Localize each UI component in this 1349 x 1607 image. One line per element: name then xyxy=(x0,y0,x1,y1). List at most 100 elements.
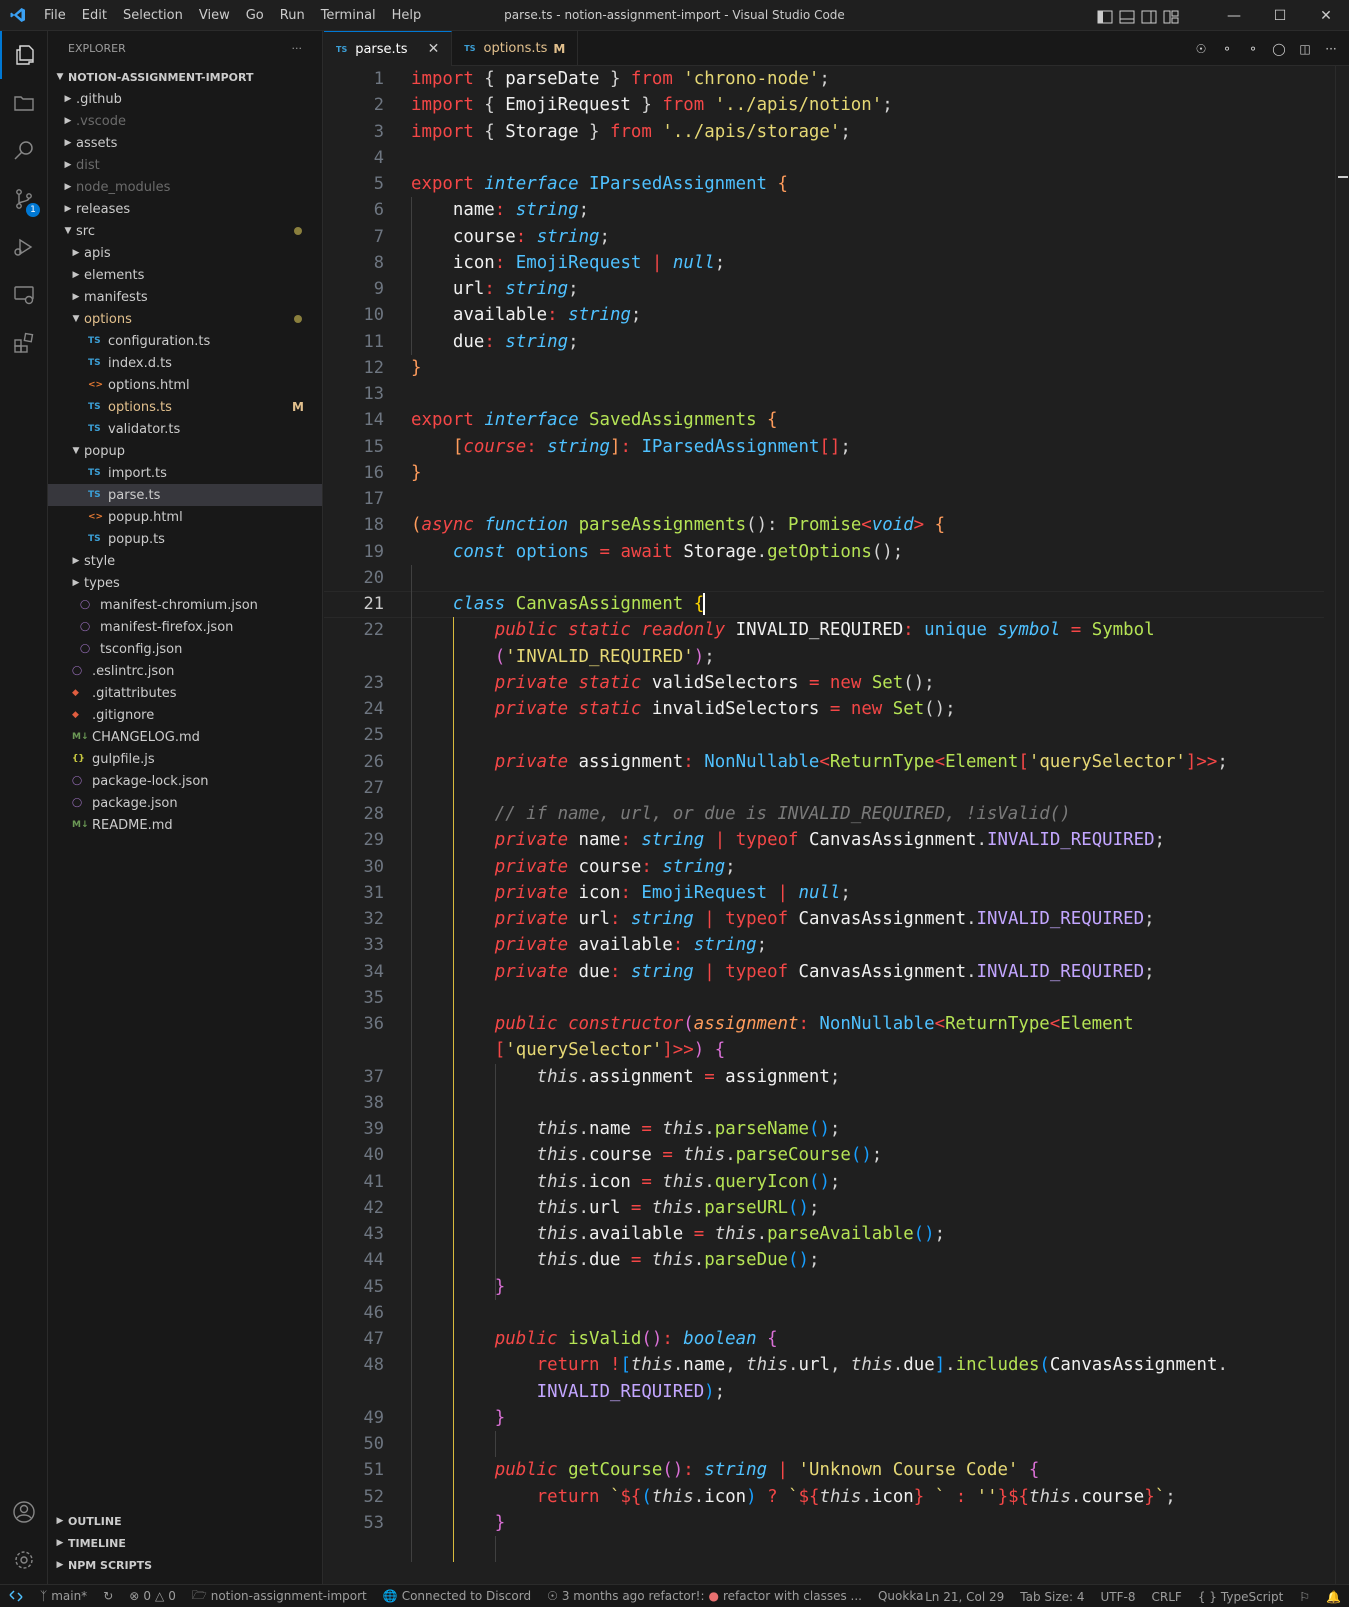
maximize-icon[interactable]: ☐ xyxy=(1257,0,1303,31)
code-line[interactable]: 23 private static validSelectors = new S… xyxy=(324,670,1324,697)
remote-explorer-icon[interactable] xyxy=(0,271,48,319)
panel-timeline[interactable]: ▶ TIMELINE xyxy=(48,1532,323,1554)
tree-item-manifest-firefox-json[interactable]: ◯ manifest-firefox.json xyxy=(48,616,322,638)
close-tab-icon[interactable]: ✕ xyxy=(428,41,440,57)
branch-indicator[interactable]: ᛉ main* xyxy=(32,1589,95,1603)
tree-item-gitignore[interactable]: ◆ .gitignore xyxy=(48,704,322,726)
more-actions-icon[interactable]: ··· xyxy=(292,42,303,55)
menu-go[interactable]: Go xyxy=(238,0,272,31)
menu-file[interactable]: File xyxy=(36,0,74,31)
code-line[interactable]: 46 xyxy=(324,1300,1324,1327)
tree-item-github[interactable]: ▶ .github xyxy=(48,88,322,110)
code-line[interactable]: ['querySelector']>>) { xyxy=(324,1037,1324,1064)
code-line[interactable]: INVALID_REQUIRED); xyxy=(324,1379,1324,1406)
menu-edit[interactable]: Edit xyxy=(74,0,115,31)
menu-help[interactable]: Help xyxy=(384,0,430,31)
tree-item-eslintrc-json[interactable]: ◯ .eslintrc.json xyxy=(48,660,322,682)
manage-gear-icon[interactable] xyxy=(0,1536,48,1584)
code-line[interactable]: 43 this.available = this.parseAvailable(… xyxy=(324,1221,1324,1248)
code-line[interactable]: 36 public constructor(assignment: NonNul… xyxy=(324,1011,1324,1038)
minimize-icon[interactable]: — xyxy=(1211,0,1257,31)
tree-item-validator-ts[interactable]: TS validator.ts xyxy=(48,418,322,440)
panel-outline[interactable]: ▶ OUTLINE xyxy=(48,1510,323,1532)
menu-view[interactable]: View xyxy=(191,0,238,31)
code-line[interactable]: 8 icon: EmojiRequest | null; xyxy=(324,250,1324,277)
code-editor[interactable]: 1 import { parseDate } from 'chrono-node'… xyxy=(324,66,1349,1584)
folder-indicator[interactable]: 🗁 notion-assignment-import xyxy=(184,1586,375,1607)
tree-item-options-ts[interactable]: TS options.ts M xyxy=(48,396,322,418)
code-line[interactable]: 6 name: string; xyxy=(324,197,1324,224)
notifications-button[interactable]: 🔔 xyxy=(1318,1590,1349,1604)
code-line[interactable]: 19 const options = await Storage.getOpti… xyxy=(324,539,1324,566)
tree-item-popup-ts[interactable]: TS popup.ts xyxy=(48,528,322,550)
feedback-button[interactable]: ⚐ xyxy=(1291,1590,1318,1604)
source-control-icon[interactable]: 1 xyxy=(0,175,48,223)
end-of-line[interactable]: CRLF xyxy=(1144,1590,1190,1604)
tree-item-vscode[interactable]: ▶ .vscode xyxy=(48,110,322,132)
tree-item-elements[interactable]: ▶ elements xyxy=(48,264,322,286)
menu-terminal[interactable]: Terminal xyxy=(313,0,384,31)
tree-item-gulpfile-js[interactable]: {} gulpfile.js xyxy=(48,748,322,770)
tree-item-changelog-md[interactable]: M↓ CHANGELOG.md xyxy=(48,726,322,748)
tree-item-dist[interactable]: ▶ dist xyxy=(48,154,322,176)
code-line[interactable]: 37 this.assignment = assignment; xyxy=(324,1064,1324,1091)
code-line[interactable]: 4 xyxy=(324,145,1324,172)
tree-item-parse-ts[interactable]: TS parse.ts xyxy=(48,484,322,506)
code-line[interactable]: 30 private course: string; xyxy=(324,854,1324,881)
tree-item-releases[interactable]: ▶ releases xyxy=(48,198,322,220)
code-line[interactable]: 1 import { parseDate } from 'chrono-node'… xyxy=(324,66,1324,93)
code-line[interactable]: 25 xyxy=(324,722,1324,749)
tree-item-assets[interactable]: ▶ assets xyxy=(48,132,322,154)
code-line[interactable]: 10 available: string; xyxy=(324,302,1324,329)
tree-item-options[interactable]: ▼ options xyxy=(48,308,322,330)
tree-item-options-html[interactable]: <> options.html xyxy=(48,374,322,396)
git-previous-change-icon[interactable]: ⚬ xyxy=(1219,41,1235,57)
code-line[interactable]: 33 private available: string; xyxy=(324,932,1324,959)
tree-item-index-d-ts[interactable]: TS index.d.ts xyxy=(48,352,322,374)
code-line[interactable]: 51 public getCourse(): string | 'Unknown… xyxy=(324,1457,1324,1484)
tree-item-popup-html[interactable]: <> popup.html xyxy=(48,506,322,528)
code-line[interactable]: 38 xyxy=(324,1090,1324,1117)
indentation[interactable]: Tab Size: 4 xyxy=(1012,1590,1092,1604)
toggle-secondary-sidebar-icon[interactable] xyxy=(1141,9,1157,23)
tree-item-manifest-chromium-json[interactable]: ◯ manifest-chromium.json xyxy=(48,594,322,616)
close-icon[interactable]: ✕ xyxy=(1303,0,1349,31)
editor-scrollbar[interactable] xyxy=(1335,66,1349,1584)
tree-item-package-lock-json[interactable]: ◯ package-lock.json xyxy=(48,770,322,792)
code-line[interactable]: ('INVALID_REQUIRED'); xyxy=(324,644,1324,671)
code-line[interactable]: 2 import { EmojiRequest } from '../apis/n… xyxy=(324,92,1324,119)
code-line[interactable]: 22 public static readonly INVALID_REQUIR… xyxy=(324,617,1324,644)
code-line[interactable]: 24 private static invalidSelectors = new… xyxy=(324,696,1324,723)
tree-item-manifests[interactable]: ▶ manifests xyxy=(48,286,322,308)
tree-item-style[interactable]: ▶ style xyxy=(48,550,322,572)
tab-options-ts[interactable]: TS options.ts M xyxy=(452,31,579,66)
code-line[interactable]: 41 this.icon = this.queryIcon(); xyxy=(324,1169,1324,1196)
code-line[interactable]: 11 due: string; xyxy=(324,329,1324,356)
code-line[interactable]: 32 private url: string | typeof CanvasAs… xyxy=(324,906,1324,933)
toggle-primary-sidebar-icon[interactable] xyxy=(1097,9,1113,23)
more-actions-icon[interactable]: ··· xyxy=(1323,41,1339,57)
code-line[interactable]: 28 // if name, url, or due is INVALID_RE… xyxy=(324,801,1324,828)
code-line[interactable]: 53 } xyxy=(324,1510,1324,1537)
tree-item-gitattributes[interactable]: ◆ .gitattributes xyxy=(48,682,322,704)
code-line[interactable]: 39 this.name = this.parseName(); xyxy=(324,1116,1324,1143)
tree-item-node-modules[interactable]: ▶ node_modules xyxy=(48,176,322,198)
run-debug-icon[interactable] xyxy=(0,223,48,271)
git-compare-icon[interactable]: ☉ xyxy=(1193,41,1209,57)
code-line[interactable]: 35 xyxy=(324,985,1324,1012)
code-line[interactable]: 13 xyxy=(324,381,1324,408)
tree-item-tsconfig-json[interactable]: ◯ tsconfig.json xyxy=(48,638,322,660)
tree-item-src[interactable]: ▼ src xyxy=(48,220,322,242)
code-line[interactable]: 14 export interface SavedAssignments { xyxy=(324,407,1324,434)
account-icon[interactable] xyxy=(0,1488,48,1536)
explorer-icon[interactable] xyxy=(0,31,48,79)
code-line[interactable]: 12} xyxy=(324,355,1324,382)
tree-item-import-ts[interactable]: TS import.ts xyxy=(48,462,322,484)
panel-npm-scripts[interactable]: ▶ NPM SCRIPTS xyxy=(48,1554,323,1576)
code-line[interactable]: 34 private due: string | typeof CanvasAs… xyxy=(324,959,1324,986)
code-line[interactable]: 47 public isValid(): boolean { xyxy=(324,1326,1324,1353)
code-line[interactable]: 48 return ![this.name, this.url, this.du… xyxy=(324,1352,1324,1379)
code-line[interactable]: 7 course: string; xyxy=(324,224,1324,251)
code-line[interactable]: 21 class CanvasAssignment { xyxy=(324,591,1324,618)
code-line[interactable]: 45 } xyxy=(324,1274,1324,1301)
